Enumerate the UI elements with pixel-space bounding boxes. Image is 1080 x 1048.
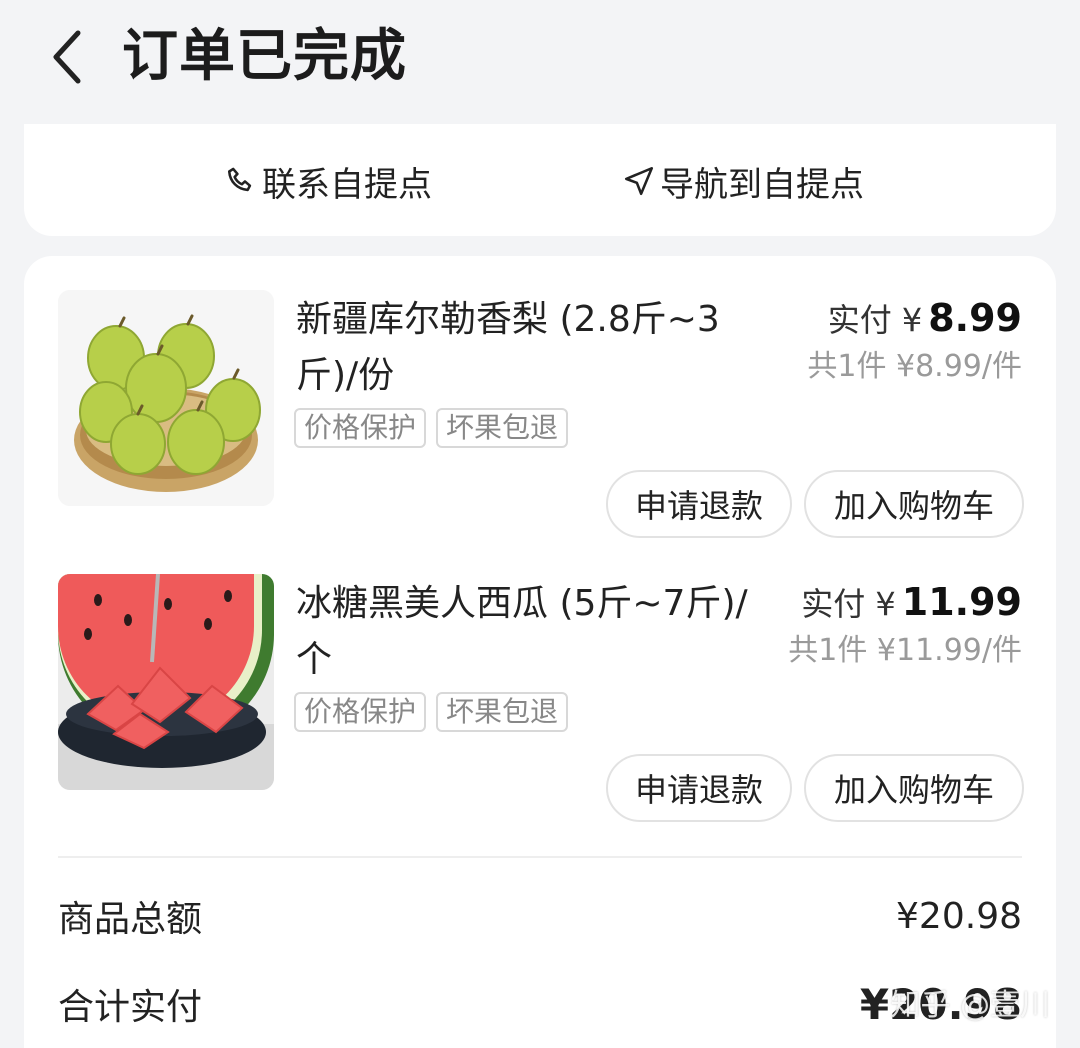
paid-label: 实付 ¥ [827, 301, 923, 339]
paid-price: 实付 ¥11.99 [801, 574, 1022, 632]
watermelon-product-image[interactable] [58, 574, 274, 790]
paid-total-row: 合计实付 ¥20.98 [58, 974, 1022, 1034]
navigate-pickup-link[interactable]: 导航到自提点 [622, 154, 864, 208]
product-tags: 价格保护 坏果包退 [294, 692, 569, 732]
paid-amount: 8.99 [928, 296, 1022, 340]
order-item: 新疆库尔勒香梨 (2.8斤~3斤)/份 价格保护 坏果包退 实付 ¥8.99 共… [24, 290, 1056, 550]
goods-total-row: 商品总额 ¥20.98 [58, 886, 1022, 946]
paid-amount: 11.99 [901, 580, 1022, 624]
unit-summary: 共1件 ¥8.99/件 [807, 349, 1022, 384]
bad-fruit-refund-tag: 坏果包退 [436, 692, 569, 732]
add-to-cart-button[interactable]: 加入购物车 [804, 754, 1024, 822]
back-button[interactable] [36, 22, 96, 92]
request-refund-button[interactable]: 申请退款 [606, 470, 792, 538]
chevron-left-icon [53, 30, 81, 84]
paid-price: 实付 ¥8.99 [828, 290, 1022, 348]
add-to-cart-button[interactable]: 加入购物车 [804, 470, 1024, 538]
goods-total-value: ¥20.98 [896, 895, 1022, 937]
goods-total-label: 商品总额 [58, 899, 203, 940]
navigate-pickup-label: 导航到自提点 [660, 164, 864, 205]
product-tags: 价格保护 坏果包退 [294, 408, 569, 448]
product-name[interactable]: 新疆库尔勒香梨 (2.8斤~3斤)/份 [296, 292, 762, 404]
order-items-card: 新疆库尔勒香梨 (2.8斤~3斤)/份 价格保护 坏果包退 实付 ¥8.99 共… [24, 256, 1056, 1048]
contact-pickup-link[interactable]: 联系自提点 [224, 154, 432, 208]
divider [58, 856, 1022, 858]
product-name[interactable]: 冰糖黑美人西瓜 (5斤~7斤)/个 [296, 576, 762, 688]
price-protection-tag: 价格保护 [294, 692, 427, 732]
page-title: 订单已完成 [122, 24, 407, 89]
price-protection-tag: 价格保护 [294, 408, 427, 448]
pear-product-image[interactable] [58, 290, 274, 506]
top-bar: 订单已完成 [0, 0, 1080, 120]
paid-label: 实付 ¥ [801, 585, 896, 623]
contact-pickup-label: 联系自提点 [262, 164, 432, 205]
navigation-arrow-icon [622, 164, 656, 198]
paid-total-label: 合计实付 [58, 987, 203, 1028]
pickup-actions-card: 联系自提点 导航到自提点 [24, 124, 1056, 236]
bad-fruit-refund-tag: 坏果包退 [436, 408, 569, 448]
request-refund-button[interactable]: 申请退款 [606, 754, 792, 822]
phone-icon [224, 164, 258, 198]
order-item: 冰糖黑美人西瓜 (5斤~7斤)/个 价格保护 坏果包退 实付 ¥11.99 共1… [24, 574, 1056, 834]
unit-summary: 共1件 ¥11.99/件 [788, 633, 1022, 668]
watermark: 知乎 @壹川 [890, 988, 1050, 1023]
